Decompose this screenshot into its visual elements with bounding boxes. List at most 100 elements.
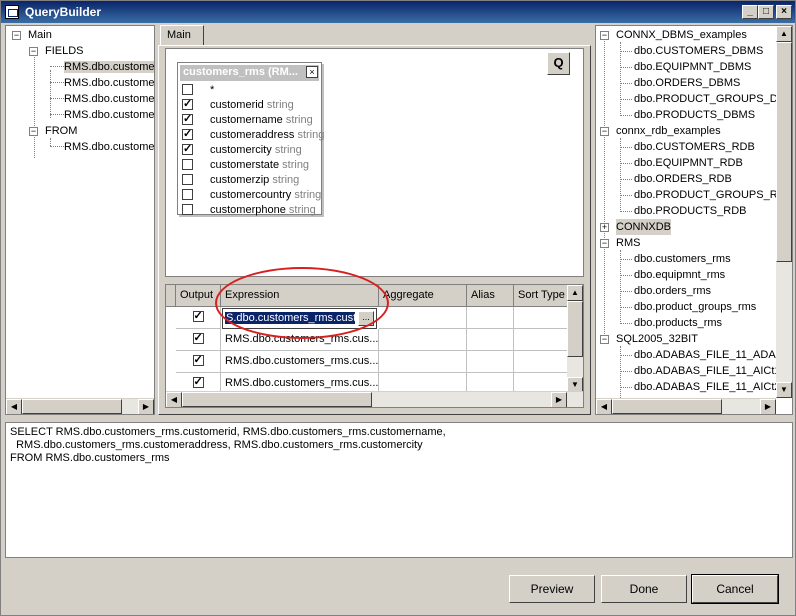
tree-node-table[interactable]: dbo.CUSTOMERS_RDB	[634, 139, 755, 155]
field-checkbox[interactable]	[182, 204, 193, 215]
scroll-thumb[interactable]	[776, 42, 792, 262]
tree-node-table[interactable]: dbo.PRODUCT_GROUPS_R	[634, 187, 776, 203]
tree-node-table[interactable]: dbo.ADABAS_FILE_11_AICt1	[634, 363, 776, 379]
preview-button[interactable]: Preview	[509, 575, 595, 603]
field-checkbox[interactable]	[182, 112, 193, 125]
output-checkbox[interactable]	[192, 309, 204, 322]
left-tree-hscrollbar[interactable]: ◀ ▶	[6, 398, 154, 414]
sql-text-area[interactable]: SELECT RMS.dbo.customers_rms.customerid,…	[5, 422, 793, 558]
alias-cell[interactable]	[467, 307, 514, 329]
field-checkbox[interactable]	[182, 174, 193, 185]
expression-builder-button[interactable]: ...	[358, 311, 374, 326]
column-header-sort-type[interactable]: Sort Type	[514, 285, 569, 307]
scroll-thumb[interactable]	[612, 399, 722, 414]
tree-node-table[interactable]: dbo.ADABAS_FILE_11_AICt2	[634, 379, 776, 395]
sort-type-cell[interactable]	[514, 307, 569, 329]
collapse-icon[interactable]: −	[12, 31, 21, 40]
tree-node-table[interactable]: dbo.products_rms	[634, 315, 722, 331]
collapse-icon[interactable]: −	[600, 127, 609, 136]
tab-main[interactable]: Main	[160, 25, 204, 45]
column-header-alias[interactable]: Alias	[467, 285, 514, 307]
alias-cell[interactable]	[467, 329, 514, 351]
tree-node-field-4[interactable]: RMS.dbo.custome	[64, 107, 154, 123]
field-checkbox[interactable]	[182, 97, 193, 110]
output-checkbox[interactable]	[192, 331, 204, 344]
tree-node-table[interactable]: dbo.ORDERS_DBMS	[634, 75, 740, 91]
minimize-button[interactable]: _	[742, 5, 758, 19]
collapse-icon[interactable]: −	[29, 47, 38, 56]
aggregate-cell[interactable]	[379, 307, 467, 329]
right-tree-hscrollbar[interactable]: ◀ ▶	[596, 398, 776, 414]
tree-node-table[interactable]: dbo.CUSTOMERS_DBMS	[634, 43, 763, 59]
scroll-right-icon[interactable]: ▶	[551, 392, 567, 407]
field-row[interactable]: customerphone string	[182, 204, 316, 219]
tree-node-table[interactable]: dbo.ADABAS_FILE_11_ADAI	[634, 347, 776, 363]
tree-node-table[interactable]: dbo.EQUIPMNT_RDB	[634, 155, 743, 171]
maximize-button[interactable]: □	[758, 5, 774, 19]
tree-node-table[interactable]: dbo.ORDERS_RDB	[634, 171, 732, 187]
field-row[interactable]: customercountry string	[182, 189, 321, 204]
output-cell[interactable]	[176, 329, 221, 351]
sort-type-cell[interactable]	[514, 329, 569, 351]
done-button[interactable]: Done	[601, 575, 687, 603]
scroll-thumb[interactable]	[182, 392, 372, 407]
collapse-icon[interactable]: −	[29, 127, 38, 136]
scroll-left-icon[interactable]: ◀	[6, 399, 22, 414]
column-header-output[interactable]: Output	[176, 285, 221, 307]
column-header-aggregate[interactable]: Aggregate	[379, 285, 467, 307]
tree-node-table[interactable]: dbo.EQUIPMNT_DBMS	[634, 59, 751, 75]
grid-vscrollbar[interactable]: ▲ ▼	[567, 285, 583, 393]
field-checkbox[interactable]	[182, 84, 193, 95]
scroll-right-icon[interactable]: ▶	[760, 399, 776, 414]
tree-node-table[interactable]: dbo.orders_rms	[634, 283, 711, 299]
sort-type-cell[interactable]	[514, 351, 569, 373]
output-cell[interactable]	[176, 307, 221, 329]
field-row[interactable]: customerzip string	[182, 174, 299, 189]
tree-node-field-1[interactable]: RMS.dbo.custome	[64, 59, 154, 75]
column-header-expression[interactable]: Expression	[221, 285, 379, 307]
scroll-left-icon[interactable]: ◀	[596, 399, 612, 414]
right-tree-vscrollbar[interactable]: ▲ ▼	[776, 26, 792, 398]
tree-node-from-table[interactable]: RMS.dbo.custome	[64, 139, 154, 155]
close-button[interactable]: ×	[776, 5, 792, 19]
scroll-down-icon[interactable]: ▼	[776, 382, 792, 398]
collapse-icon[interactable]: −	[600, 31, 609, 40]
field-checkbox[interactable]	[182, 159, 193, 170]
aggregate-cell[interactable]	[379, 329, 467, 351]
output-checkbox[interactable]	[192, 353, 204, 366]
output-cell[interactable]	[176, 351, 221, 373]
tree-node-table[interactable]: dbo.PRODUCTS_RDB	[634, 203, 746, 219]
cancel-button[interactable]: Cancel	[691, 574, 779, 604]
scroll-up-icon[interactable]: ▲	[776, 26, 792, 42]
expression-edit-value[interactable]: S.dbo.customers_rms.custon	[225, 312, 355, 324]
alias-cell[interactable]	[467, 351, 514, 373]
tree-node-table[interactable]: dbo.equipmnt_rms	[634, 267, 725, 283]
tree-node-table[interactable]: dbo.customers_rms	[634, 251, 731, 267]
collapse-icon[interactable]: −	[600, 239, 609, 248]
tree-node-field-3[interactable]: RMS.dbo.custome	[64, 91, 154, 107]
table-box-customers-rms[interactable]: customers_rms (RM... × * customerid stri…	[177, 62, 324, 216]
grid-hscrollbar[interactable]: ◀ ▶	[166, 391, 583, 407]
table-box-title[interactable]: customers_rms (RM...	[180, 65, 319, 81]
expand-icon[interactable]: +	[600, 223, 609, 232]
tree-node-table[interactable]: dbo.product_groups_rms	[634, 299, 756, 315]
title-bar[interactable]: QueryBuilder _ □ ×	[1, 1, 795, 23]
scroll-left-icon[interactable]: ◀	[166, 392, 182, 407]
expression-cell[interactable]: RMS.dbo.customers_rms.cus...	[221, 329, 379, 351]
aggregate-cell[interactable]	[379, 351, 467, 373]
tree-node-table[interactable]: dbo.PRODUCT_GROUPS_D	[634, 91, 776, 107]
collapse-icon[interactable]: −	[600, 335, 609, 344]
field-checkbox[interactable]	[182, 142, 193, 155]
output-checkbox[interactable]	[192, 375, 204, 388]
field-row[interactable]: customerstate string	[182, 159, 309, 174]
expression-edit-cell[interactable]: S.dbo.customers_rms.custon ...	[222, 308, 377, 329]
expression-cell[interactable]: RMS.dbo.customers_rms.cus...	[221, 351, 379, 373]
scroll-up-icon[interactable]: ▲	[567, 285, 583, 301]
field-row[interactable]: customercity string	[182, 142, 302, 159]
tree-node-field-2[interactable]: RMS.dbo.custome	[64, 75, 154, 91]
scroll-right-icon[interactable]: ▶	[138, 399, 154, 414]
scroll-thumb[interactable]	[567, 301, 583, 357]
close-table-icon[interactable]: ×	[306, 66, 318, 78]
field-checkbox[interactable]	[182, 189, 193, 200]
field-checkbox[interactable]	[182, 127, 193, 140]
